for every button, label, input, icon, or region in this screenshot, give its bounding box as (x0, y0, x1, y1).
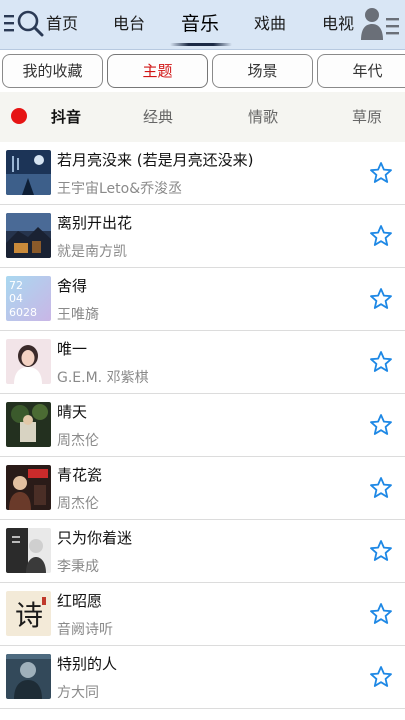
cover-text: 04 (9, 292, 23, 305)
song-row[interactable]: 离别开出花 就是南方凯 (0, 205, 405, 268)
subtab-douyin[interactable]: 抖音 (46, 106, 86, 128)
album-cover (6, 654, 51, 699)
song-row[interactable]: 特别的人 方大同 (0, 646, 405, 709)
favorite-star-icon[interactable] (369, 161, 393, 185)
song-row[interactable]: 唯一 G.E.M. 邓紫棋 (0, 331, 405, 394)
favorite-star-icon[interactable] (369, 602, 393, 626)
user-menu-icon[interactable] (360, 6, 400, 42)
cover-text: 72 (9, 279, 23, 292)
album-cover (6, 465, 51, 510)
song-artist: 周杰伦 (57, 496, 99, 512)
top-nav: 首页 电台 音乐 戏曲 电视 (0, 0, 405, 50)
app-root: 首页 电台 音乐 戏曲 电视 我的收藏 主题 场景 年代 抖音 经典 情歌 草原 (0, 0, 405, 720)
category-favorites-button[interactable]: 我的收藏 (2, 54, 103, 88)
song-row[interactable]: 青花瓷 周杰伦 (0, 457, 405, 520)
album-cover (6, 339, 51, 384)
song-title: 舍得 (57, 277, 88, 295)
subtab-bar: 抖音 经典 情歌 草原 (0, 92, 405, 142)
song-artist: 王唯旖 (57, 307, 99, 323)
song-artist: 王宇宙Leto&乔浚丞 (57, 181, 183, 197)
song-row[interactable]: 晴天 周杰伦 (0, 394, 405, 457)
album-cover: 72 04 6028 (6, 276, 51, 321)
song-title: 只为你着迷 (57, 529, 133, 547)
song-title: 特别的人 (57, 655, 118, 673)
favorite-star-icon[interactable] (369, 476, 393, 500)
album-cover (6, 402, 51, 447)
song-artist: 方大同 (57, 685, 99, 701)
song-title: 唯一 (57, 340, 88, 358)
subtab-classic[interactable]: 经典 (138, 106, 178, 128)
category-theme-button[interactable]: 主题 (107, 54, 208, 88)
song-row[interactable]: 若月亮没来 (若是月亮还没来) 王宇宙Leto&乔浚丞 (0, 142, 405, 205)
song-title: 若月亮没来 (若是月亮还没来) (57, 151, 254, 169)
song-title: 青花瓷 (57, 466, 103, 484)
favorite-star-icon[interactable] (369, 350, 393, 374)
menu-search-icon[interactable] (4, 7, 44, 41)
song-row[interactable]: 只为你着迷 李秉成 (0, 520, 405, 583)
album-cover (6, 150, 51, 195)
nav-tab-home[interactable]: 首页 (44, 10, 80, 40)
song-artist: 音阙诗听 (57, 622, 113, 638)
subtab-love-songs[interactable]: 情歌 (243, 106, 283, 128)
active-tab-underline (170, 43, 232, 46)
category-era-button[interactable]: 年代 (317, 54, 405, 88)
favorite-star-icon[interactable] (369, 287, 393, 311)
song-title: 红昭愿 (57, 592, 103, 610)
favorite-star-icon[interactable] (369, 224, 393, 248)
cover-text: 诗 (15, 599, 43, 632)
song-artist: 李秉成 (57, 559, 99, 575)
nav-tab-music[interactable]: 音乐 (176, 10, 224, 40)
favorite-star-icon[interactable] (369, 665, 393, 689)
album-cover (6, 213, 51, 258)
nav-tab-radio[interactable]: 电台 (111, 10, 147, 40)
nav-tab-opera[interactable]: 戏曲 (252, 10, 288, 40)
favorite-star-icon[interactable] (369, 539, 393, 563)
song-row[interactable]: 72 04 6028 舍得 王唯旖 (0, 268, 405, 331)
song-title: 晴天 (57, 403, 88, 421)
song-artist: 就是南方凯 (57, 244, 127, 260)
favorite-star-icon[interactable] (369, 413, 393, 437)
subtab-grassland[interactable]: 草原 (347, 106, 387, 128)
category-bar: 我的收藏 主题 场景 年代 (0, 50, 405, 92)
nav-tab-tv[interactable]: 电视 (320, 10, 356, 40)
album-cover (6, 528, 51, 573)
song-title: 离别开出花 (57, 214, 133, 232)
song-row[interactable]: 诗 红昭愿 音阙诗听 (0, 583, 405, 646)
song-artist: 周杰伦 (57, 433, 99, 449)
cover-text: 6028 (9, 306, 37, 319)
album-cover: 诗 (6, 591, 51, 636)
active-dot-indicator (11, 108, 27, 124)
song-artist: G.E.M. 邓紫棋 (57, 370, 149, 386)
category-scene-button[interactable]: 场景 (212, 54, 313, 88)
